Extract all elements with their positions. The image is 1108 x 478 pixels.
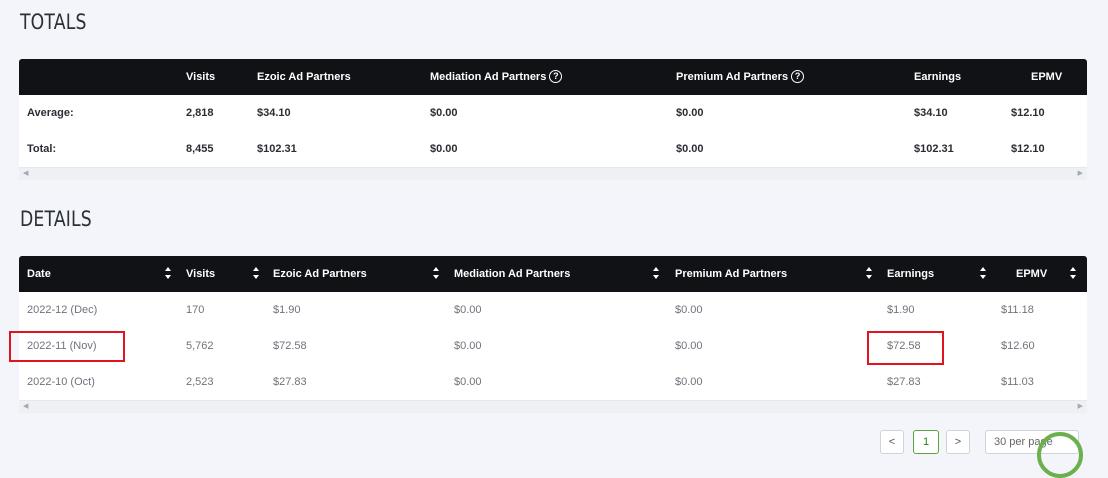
cell-visits: 2,818	[186, 107, 214, 119]
cell-premium: $0.00	[675, 376, 703, 388]
cell-ezoic: $72.58	[273, 340, 307, 352]
cell-earnings: $34.10	[914, 107, 948, 119]
cell-epmv: $12.10	[1011, 107, 1045, 119]
details-col-earnings[interactable]: Earnings	[887, 256, 934, 292]
sort-icon[interactable]	[164, 267, 172, 281]
cell-premium: $0.00	[675, 304, 703, 316]
totals-col-ezoic: Ezoic Ad Partners	[257, 71, 351, 83]
totals-title: TOTALS	[20, 10, 87, 34]
sort-icon[interactable]	[865, 267, 873, 281]
cell-visits: 170	[186, 304, 205, 316]
cell-ezoic: $102.31	[257, 143, 297, 155]
totals-row-total: Total: 8,455 $102.31 $0.00 $0.00 $102.31…	[19, 131, 1087, 168]
cell-earnings: $1.90	[887, 304, 915, 316]
details-col-visits[interactable]: Visits	[186, 256, 215, 292]
totals-col-visits: Visits	[186, 71, 216, 83]
totals-horizontal-scrollbar[interactable]: ◀ ▶	[19, 168, 1087, 180]
sort-icon[interactable]	[1069, 267, 1077, 281]
cell-earnings: $27.83	[887, 376, 921, 388]
cell-mediation: $0.00	[430, 107, 458, 119]
details-horizontal-scrollbar[interactable]: ◀ ▶	[19, 401, 1087, 413]
totals-col-mediation: Mediation Ad Partners?	[430, 59, 563, 95]
cell-date: 2022-12 (Dec)	[27, 304, 98, 316]
cell-epmv: $12.10	[1011, 143, 1045, 155]
cell-mediation: $0.00	[430, 143, 458, 155]
next-page-button[interactable]: >	[946, 430, 970, 454]
row-label: Average:	[27, 107, 74, 119]
details-col-mediation[interactable]: Mediation Ad Partners	[454, 256, 570, 292]
arrow-left-icon[interactable]: ◀	[23, 401, 28, 413]
arrow-left-icon[interactable]: ◀	[23, 168, 28, 180]
cell-visits: 2,523	[186, 376, 214, 388]
totals-col-mediation-label: Mediation Ad Partners	[430, 71, 547, 83]
table-row: 2022-12 (Dec) 170 $1.90 $0.00 $0.00 $1.9…	[19, 292, 1087, 329]
cell-epmv: $11.03	[1001, 376, 1034, 388]
cell-premium: $0.00	[675, 340, 703, 352]
details-header-row: Date Visits Ezoic Ad Partners Mediation …	[19, 256, 1087, 292]
totals-row-average: Average: 2,818 $34.10 $0.00 $0.00 $34.10…	[19, 95, 1087, 132]
sort-icon[interactable]	[252, 267, 260, 281]
cell-ezoic: $1.90	[273, 304, 301, 316]
details-title: DETAILS	[20, 207, 92, 231]
page-1-button[interactable]: 1	[913, 430, 939, 454]
highlight-box-earnings	[867, 331, 944, 365]
sort-icon[interactable]	[652, 267, 660, 281]
cell-premium: $0.00	[676, 143, 704, 155]
question-circle-icon[interactable]: ?	[549, 69, 563, 83]
arrow-right-icon[interactable]: ▶	[1078, 401, 1083, 413]
totals-col-earnings: Earnings	[914, 71, 962, 83]
details-col-date[interactable]: Date	[27, 256, 51, 292]
cell-ezoic: $34.10	[257, 107, 291, 119]
arrow-right-icon[interactable]: ▶	[1078, 168, 1083, 180]
table-row: 2022-10 (Oct) 2,523 $27.83 $0.00 $0.00 $…	[19, 364, 1087, 401]
cell-ezoic: $27.83	[273, 376, 307, 388]
details-col-premium[interactable]: Premium Ad Partners	[675, 256, 787, 292]
details-col-epmv[interactable]: EPMV	[1016, 256, 1047, 292]
cell-mediation: $0.00	[454, 304, 482, 316]
cell-visits: 5,762	[186, 340, 214, 352]
highlight-box-date	[9, 331, 125, 362]
prev-page-button[interactable]: <	[880, 430, 904, 454]
totals-col-epmv: EPMV	[1031, 71, 1063, 83]
chat-widget-icon[interactable]	[1037, 432, 1083, 478]
totals-col-premium: Premium Ad Partners?	[676, 59, 805, 95]
totals-header-row: Visits Ezoic Ad Partners Mediation Ad Pa…	[19, 59, 1087, 95]
cell-date: 2022-10 (Oct)	[27, 376, 95, 388]
sort-icon[interactable]	[432, 267, 440, 281]
row-label: Total:	[27, 143, 57, 155]
details-col-ezoic[interactable]: Ezoic Ad Partners	[273, 256, 367, 292]
cell-earnings: $102.31	[914, 143, 954, 155]
cell-premium: $0.00	[676, 107, 704, 119]
question-circle-icon[interactable]: ?	[791, 69, 805, 83]
cell-visits: 8,455	[186, 143, 214, 155]
cell-mediation: $0.00	[454, 376, 482, 388]
cell-epmv: $12.60	[1001, 340, 1035, 352]
cell-mediation: $0.00	[454, 340, 482, 352]
totals-col-premium-label: Premium Ad Partners	[676, 71, 789, 83]
cell-epmv: $11.18	[1001, 304, 1034, 316]
sort-icon[interactable]	[979, 267, 987, 281]
